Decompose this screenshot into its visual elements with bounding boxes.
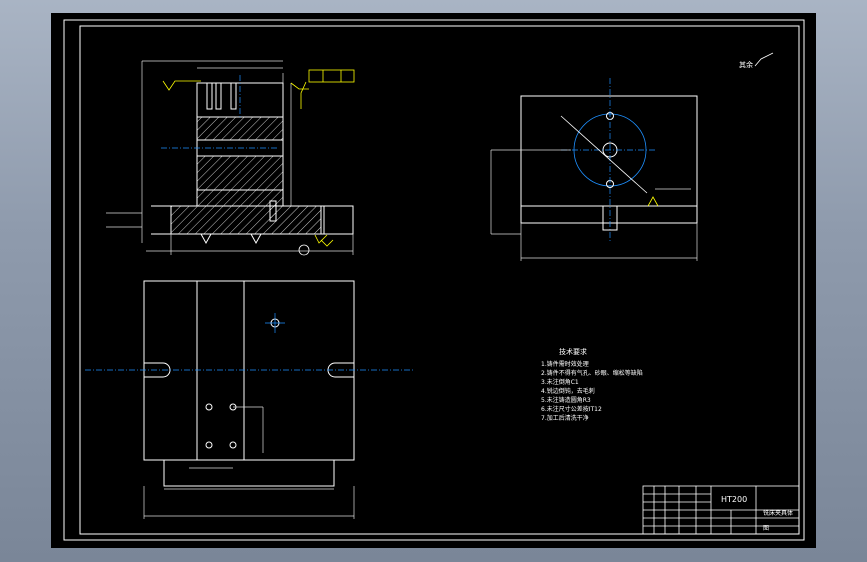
corner-roughness-note: 其余 — [739, 52, 774, 69]
mount-hole-d — [229, 441, 237, 449]
inner-border — [79, 25, 800, 535]
tech-req-item: 7.加工后清洗干净 — [541, 414, 589, 422]
tech-req-item: 3.未注倒角C1 — [541, 378, 579, 386]
tech-req-item: 4.锐边倒钝，去毛刺 — [541, 387, 595, 395]
outer-border — [63, 19, 805, 541]
tech-req-item: 5.未注铸造圆角R3 — [541, 396, 591, 404]
drawing-sheet: 其余 技术要求 1.铸件需时效处理 2.铸件不得有气孔、砂眼、缩松等缺陷 3.未… — [51, 13, 816, 548]
side-view — [490, 78, 698, 261]
tech-req-item: 6.未注尺寸公差按IT12 — [541, 405, 602, 413]
tech-req-item: 2.铸件不得有气孔、砂眼、缩松等缺陷 — [541, 369, 643, 377]
technical-requirements: 技术要求 1.铸件需时效处理 2.铸件不得有气孔、砂眼、缩松等缺陷 3.未注倒角… — [541, 347, 643, 422]
top-slot-mid — [215, 82, 222, 110]
tech-req-item: 1.铸件需时效处理 — [541, 360, 589, 368]
material-code: HT200 — [721, 495, 747, 504]
front-section-view — [106, 60, 355, 256]
column-upper-hatch — [196, 116, 284, 141]
drawing-label: 图 — [763, 525, 769, 532]
base-lip — [323, 205, 354, 235]
flange-hatch — [170, 189, 322, 235]
top-view-inner — [163, 459, 335, 487]
gdt-frame — [308, 69, 355, 83]
bolt — [269, 200, 277, 222]
tech-req-heading: 技术要求 — [559, 347, 587, 356]
column-lower-hatch — [196, 155, 284, 191]
top-slot-right — [230, 82, 237, 110]
top-view-body — [143, 280, 355, 461]
mount-hole-a — [205, 403, 213, 411]
datum-symbol — [298, 244, 310, 256]
top-slot-left — [206, 82, 213, 110]
mount-hole-c — [205, 441, 213, 449]
part-name: 铣床夹具体 — [763, 509, 793, 517]
cad-drawing: 其余 技术要求 1.铸件需时效处理 2.铸件不得有气孔、砂眼、缩松等缺陷 3.未… — [63, 19, 805, 541]
svg-text:其余: 其余 — [739, 60, 753, 69]
top-view — [85, 280, 413, 519]
